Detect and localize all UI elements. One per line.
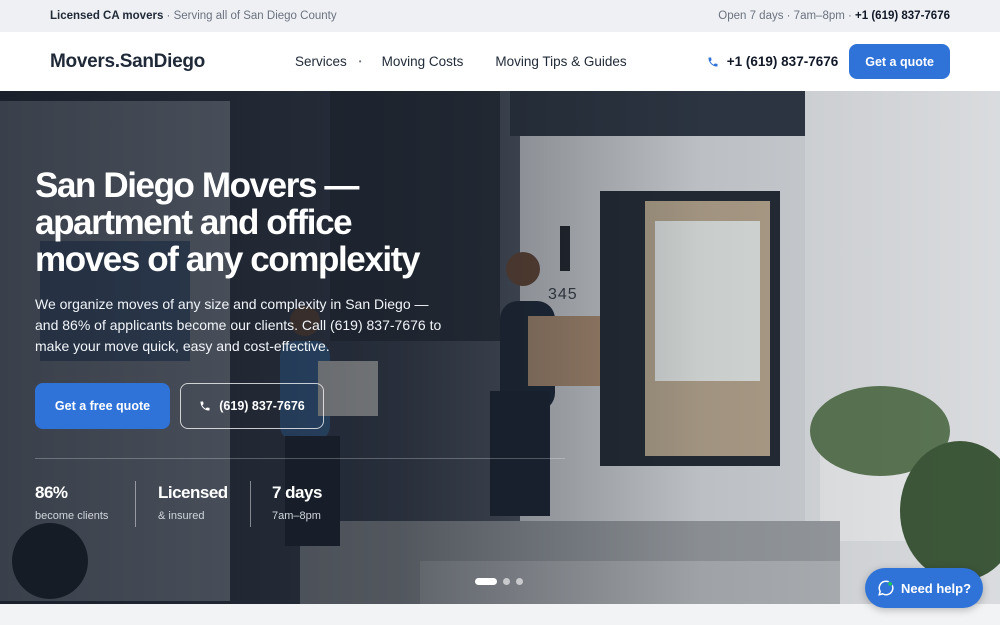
- service-area-text: Licensed CA movers · Serving all of San …: [50, 10, 337, 22]
- logo-part-sandiego: SanDiego: [119, 50, 206, 72]
- nav-services[interactable]: Services: [295, 54, 363, 69]
- call-phone-button[interactable]: (619) 837-7676: [180, 383, 324, 429]
- stat-caption: & insured: [158, 510, 205, 522]
- need-help-label: Need help?: [900, 580, 972, 596]
- phone-icon: [200, 401, 210, 411]
- phone-icon: [708, 57, 718, 66]
- hero-title: San Diego Movers — apartment and office …: [35, 166, 420, 279]
- header-phone-link[interactable]: +1 (619) 837-7676: [707, 54, 838, 69]
- site-header: Movers.SanDiego Services • Moving Costs …: [0, 32, 1000, 91]
- stat-caption: become clients: [35, 510, 109, 522]
- service-area-label: · Serving all of San Diego County: [163, 10, 337, 22]
- nav-moving-costs[interactable]: Moving Costs: [366, 54, 480, 69]
- stat-hours: 7 days 7am–8pm: [272, 483, 322, 522]
- topbar-phone-link[interactable]: +1 (619) 837-7676: [855, 10, 950, 22]
- hours-text: Open 7 days · 7am–8pm · +1 (619) 837-767…: [718, 10, 950, 22]
- main-nav: Services • Moving Costs Moving Tips & Gu…: [295, 54, 643, 69]
- hours-label: Open 7 days · 7am–8pm ·: [718, 10, 856, 22]
- get-free-quote-button[interactable]: Get a free quote: [35, 383, 170, 429]
- site-logo[interactable]: Movers.SanDiego: [50, 51, 295, 73]
- need-help-chat-button[interactable]: Need help?: [865, 568, 983, 608]
- carousel-dot-1[interactable]: [475, 578, 497, 585]
- stat-licensed: Licensed & insured: [158, 483, 228, 522]
- stat-value: Licensed: [158, 483, 228, 502]
- chat-icon: [878, 580, 894, 596]
- hero-subtitle: We organize moves of any size and comple…: [35, 296, 442, 354]
- carousel-dot-2[interactable]: [503, 578, 510, 585]
- call-phone-label: (619) 837-7676: [219, 399, 305, 413]
- hero-divider: [35, 458, 565, 459]
- header-phone-number: +1 (619) 837-7676: [726, 54, 839, 69]
- stat-separator: [135, 481, 136, 527]
- stat-value: 7 days: [272, 483, 322, 502]
- nav-moving-tips[interactable]: Moving Tips & Guides: [479, 54, 642, 69]
- header-actions: +1 (619) 837-7676 Get a quote: [707, 44, 950, 79]
- carousel-dot-3[interactable]: [516, 578, 523, 585]
- hero-section: 345 San Diego Movers — apartment and off…: [0, 91, 1000, 604]
- top-info-bar: Licensed CA movers · Serving all of San …: [0, 0, 1000, 32]
- logo-part-movers: Movers: [50, 50, 115, 72]
- stat-separator: [250, 481, 251, 527]
- license-label: Licensed CA movers: [50, 10, 164, 22]
- stat-clients: 86% become clients: [35, 483, 108, 522]
- carousel-dots: [475, 578, 523, 585]
- stat-caption: 7am–8pm: [272, 510, 321, 522]
- stat-value: 86%: [35, 483, 68, 502]
- get-quote-button[interactable]: Get a quote: [849, 44, 950, 79]
- chevron-down-icon[interactable]: •: [359, 57, 362, 66]
